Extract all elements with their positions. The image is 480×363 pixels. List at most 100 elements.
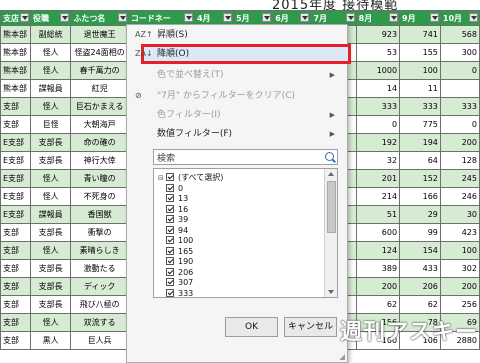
filter-dropdown-icon[interactable] xyxy=(429,13,439,22)
table-cell[interactable]: 支部長 xyxy=(29,295,72,314)
checkbox[interactable] xyxy=(166,173,174,181)
table-cell[interactable]: 怪人 xyxy=(29,97,72,116)
table-cell[interactable]: 14 xyxy=(355,79,401,98)
table-cell[interactable]: 152 xyxy=(399,169,441,188)
table-cell[interactable]: 衝撃の xyxy=(70,223,129,242)
filter-dropdown-icon[interactable] xyxy=(262,13,272,22)
table-cell[interactable]: 194 xyxy=(399,133,441,152)
checkbox[interactable] xyxy=(166,194,174,202)
menu-sort-ascending[interactable]: AZ↑ 昇順(S) xyxy=(127,26,347,44)
list-scrollbar[interactable] xyxy=(324,169,337,297)
table-cell[interactable]: 155 xyxy=(399,43,441,62)
resize-grip-icon[interactable] xyxy=(339,354,345,360)
table-cell[interactable]: 双流する xyxy=(70,313,129,332)
checkbox[interactable] xyxy=(166,204,174,213)
table-cell[interactable]: 29 xyxy=(399,205,441,224)
table-cell[interactable]: 支部長 xyxy=(29,223,72,242)
table-cell[interactable]: 433 xyxy=(399,259,441,278)
table-cell[interactable]: 怪人 xyxy=(29,313,72,332)
table-cell[interactable]: 青い瞳の xyxy=(70,169,129,188)
table-cell[interactable]: 741 xyxy=(399,25,441,44)
table-cell[interactable]: 黒人 xyxy=(29,331,72,350)
table-cell[interactable]: 熊本部 xyxy=(0,61,31,80)
table-cell[interactable]: 300 xyxy=(439,43,480,62)
table-cell[interactable]: E支部 xyxy=(0,205,31,224)
table-cell[interactable]: 333 xyxy=(439,97,480,116)
filter-dropdown-icon[interactable] xyxy=(469,13,478,22)
table-cell[interactable]: 退世魔王 xyxy=(70,25,129,44)
table-cell[interactable]: 支部 xyxy=(0,223,31,242)
table-cell[interactable]: 大朝海戸 xyxy=(70,115,129,134)
table-cell[interactable]: 熊本部 xyxy=(0,43,31,62)
table-cell[interactable]: 423 xyxy=(439,223,480,242)
table-cell[interactable]: 100 xyxy=(439,241,480,260)
table-cell[interactable]: 諜報員 xyxy=(29,205,72,224)
menu-clear-filter[interactable]: ⊘ "7月" からフィルターをクリア(C) xyxy=(127,87,347,105)
checkbox[interactable] xyxy=(166,267,174,276)
table-cell[interactable]: 11 xyxy=(399,79,441,98)
filter-dropdown-icon[interactable] xyxy=(345,13,355,22)
checkbox[interactable] xyxy=(166,236,174,244)
table-cell[interactable]: ディック xyxy=(70,277,129,296)
table-cell[interactable]: 支部 xyxy=(0,295,31,314)
table-cell[interactable]: 62 xyxy=(399,295,441,314)
table-cell[interactable]: 巨怪 xyxy=(29,115,72,134)
table-cell[interactable]: 245 xyxy=(439,169,480,188)
table-cell[interactable]: 100 xyxy=(399,61,441,80)
table-cell[interactable]: 200 xyxy=(355,277,401,296)
menu-sort-descending[interactable]: ZA↓ 降順(O) xyxy=(127,45,347,63)
ok-button[interactable]: OK xyxy=(225,317,278,337)
menu-number-filter[interactable]: 数値フィルター(F) ▶ xyxy=(127,125,347,143)
table-cell[interactable]: E支部 xyxy=(0,187,31,206)
table-cell[interactable]: 154 xyxy=(399,241,441,260)
table-cell[interactable]: 1000 xyxy=(355,61,401,80)
table-cell[interactable]: 30 xyxy=(439,205,480,224)
table-cell[interactable]: 巨石かまえる xyxy=(70,97,129,116)
table-cell[interactable]: 166 xyxy=(399,187,441,206)
table-cell[interactable]: 支部 xyxy=(0,331,31,350)
table-cell[interactable]: 怪盗24面相の xyxy=(70,43,129,62)
table-cell[interactable]: 支部 xyxy=(0,97,31,116)
table-cell[interactable]: 333 xyxy=(355,97,401,116)
search-input[interactable]: 検索 xyxy=(153,149,338,165)
table-cell[interactable]: 春千萬力の xyxy=(70,61,129,80)
table-cell[interactable]: 支部長 xyxy=(29,133,72,152)
table-cell[interactable]: 53 xyxy=(355,43,401,62)
table-cell[interactable]: 0 xyxy=(439,61,480,80)
table-cell[interactable]: 206 xyxy=(399,277,441,296)
filter-dropdown-icon[interactable] xyxy=(183,13,193,22)
table-cell[interactable]: 256 xyxy=(439,295,480,314)
tree-collapse-icon[interactable]: ⊟ xyxy=(158,173,164,184)
table-cell[interactable]: 600 xyxy=(355,223,401,242)
table-cell[interactable]: 怪人 xyxy=(29,43,72,62)
table-cell[interactable]: 飛び八極の xyxy=(70,295,129,314)
table-cell[interactable]: 紅児 xyxy=(70,79,129,98)
table-cell[interactable]: 128 xyxy=(439,151,480,170)
table-cell[interactable]: 64 xyxy=(399,151,441,170)
checkbox[interactable] xyxy=(166,215,174,223)
table-cell[interactable]: 命の確の xyxy=(70,133,129,152)
table-cell[interactable]: 熊本部 xyxy=(0,25,31,44)
checkbox[interactable] xyxy=(166,225,174,234)
table-cell[interactable]: 怪人 xyxy=(29,61,72,80)
scroll-up-icon[interactable] xyxy=(328,172,334,176)
scroll-thumb[interactable] xyxy=(327,181,336,233)
filter-dropdown-icon[interactable] xyxy=(300,13,310,22)
table-cell[interactable]: 熊本部 xyxy=(0,79,31,98)
checkbox[interactable] xyxy=(166,246,174,255)
menu-color-filter[interactable]: 色フィルター(I) ▶ xyxy=(127,106,347,124)
table-cell[interactable]: 不死身の xyxy=(70,187,129,206)
table-cell[interactable]: 素晴らしき xyxy=(70,241,129,260)
table-cell[interactable]: 支部 xyxy=(0,241,31,260)
filter-dropdown-icon[interactable] xyxy=(389,13,399,22)
table-cell[interactable]: 775 xyxy=(399,115,441,134)
table-cell[interactable]: 副総統 xyxy=(29,25,72,44)
table-cell[interactable]: E支部 xyxy=(0,133,31,152)
table-cell[interactable]: 怪人 xyxy=(29,169,72,188)
table-cell[interactable] xyxy=(439,79,480,98)
table-cell[interactable]: 389 xyxy=(355,259,401,278)
table-cell[interactable]: 激動たる xyxy=(70,259,129,278)
table-cell[interactable]: 200 xyxy=(439,277,480,296)
table-cell[interactable]: 支部長 xyxy=(29,259,72,278)
table-cell[interactable]: E支部 xyxy=(0,169,31,188)
